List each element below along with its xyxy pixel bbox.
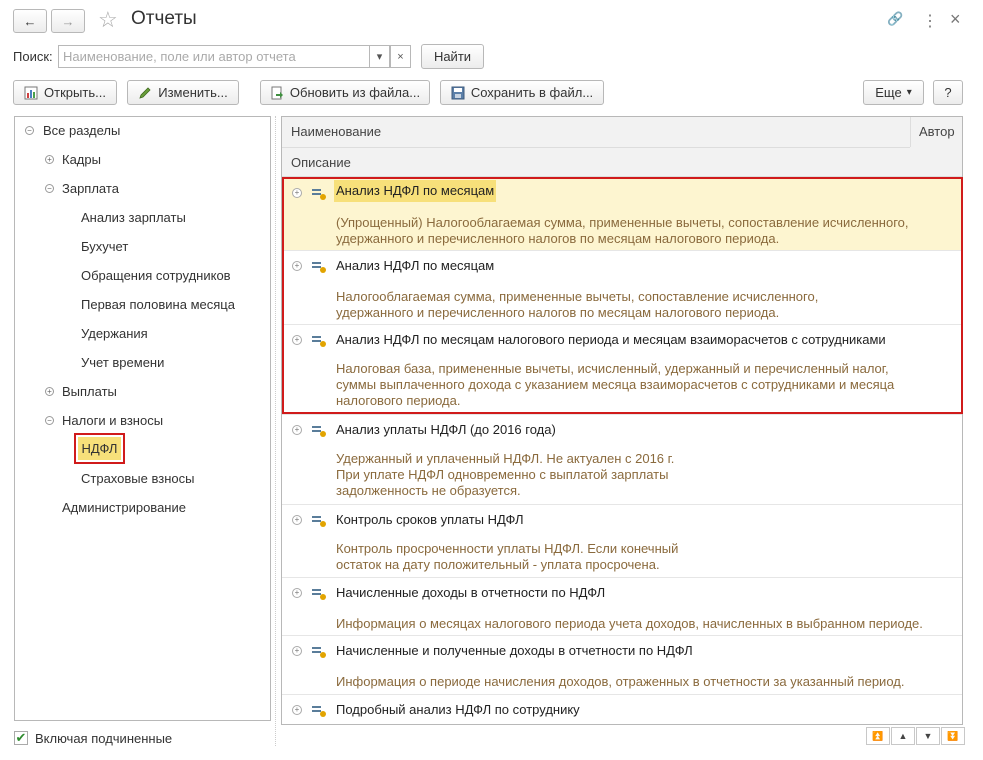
tree-item-zarplata-4[interactable]: Удержания (81, 326, 148, 341)
star-icon[interactable]: ☆ (98, 7, 118, 33)
expand-icon[interactable]: + (292, 646, 302, 656)
column-header-name[interactable]: Наименование (291, 124, 381, 139)
expand-icon[interactable]: + (292, 588, 302, 598)
open-button[interactable]: Открыть... (13, 80, 117, 105)
tree-item-zarplata-0[interactable]: Анализ зарплаты (81, 210, 186, 225)
search-dropdown-button[interactable]: ▾ (369, 45, 390, 68)
column-header-description: Описание (291, 155, 351, 170)
move-to-bottom-button[interactable]: ⏬ (941, 727, 965, 745)
list-item[interactable]: + Начисленные и полученные доходы в отче… (282, 636, 962, 695)
tree-item-zarplata-5[interactable]: Учет времени (81, 355, 164, 370)
report-description: Информация о месяцах налогового периода … (336, 616, 923, 631)
help-button[interactable]: ? (933, 80, 963, 105)
collapse-icon[interactable]: − (45, 184, 54, 193)
collapse-icon[interactable]: − (45, 416, 54, 425)
page-title: Отчеты (131, 8, 197, 29)
list-item[interactable]: + Анализ уплаты НДФЛ (до 2016 года) Удер… (282, 415, 962, 505)
tree-item-kadry[interactable]: Кадры (62, 152, 101, 167)
open-label: Открыть... (44, 85, 106, 100)
grid-header: Наименование Автор Описание (282, 117, 962, 177)
tree-item-nalogi[interactable]: Налоги и взносы (62, 413, 163, 428)
close-icon[interactable]: × (950, 9, 961, 30)
tree-item-zarplata[interactable]: Зарплата (62, 181, 119, 196)
clear-icon: × (397, 50, 404, 63)
search-input[interactable]: Наименование, поле или автор отчета (58, 45, 370, 68)
update-from-file-button[interactable]: Обновить из файла... (260, 80, 430, 105)
list-item[interactable]: + Начисленные доходы в отчетности по НДФ… (282, 578, 962, 636)
report-title: Анализ уплаты НДФЛ (до 2016 года) (336, 422, 556, 437)
report-icon (312, 588, 326, 600)
tree-item-ndfl[interactable]: НДФЛ (74, 433, 125, 464)
save-to-file-button[interactable]: Сохранить в файл... (440, 80, 604, 105)
list-item[interactable]: + Контроль сроков уплаты НДФЛ Контроль п… (282, 505, 962, 578)
report-description: Удержанный и уплаченный НДФЛ. Не актуале… (336, 451, 675, 498)
report-icon (312, 515, 326, 527)
collapse-icon[interactable]: − (25, 126, 34, 135)
check-icon: ✔ (15, 730, 27, 745)
arrow-right-icon: → (61, 13, 75, 29)
report-icon (312, 646, 326, 658)
include-subordinate-label: Включая подчиненные (35, 731, 173, 746)
save-label: Сохранить в файл... (470, 85, 594, 100)
more-menu-icon[interactable]: ⋮ (922, 11, 938, 31)
move-to-top-button[interactable]: ⏫ (866, 727, 890, 745)
expand-icon[interactable]: + (45, 155, 54, 164)
expand-icon[interactable]: + (292, 515, 302, 525)
report-title: Начисленные доходы в отчетности по НДФЛ (336, 585, 606, 600)
panel-splitter[interactable] (275, 116, 276, 746)
move-up-button[interactable]: ▲ (891, 727, 915, 745)
arrow-left-icon: ← (23, 13, 37, 29)
report-title: Подробный анализ НДФЛ по сотруднику (336, 702, 580, 717)
back-button[interactable]: ← (13, 9, 47, 33)
tree-item-zarplata-1[interactable]: Бухучет (81, 239, 128, 254)
search-clear-button[interactable]: × (390, 45, 411, 68)
load-file-icon (270, 86, 284, 100)
tree-item-vyplaty[interactable]: Выплаты (62, 384, 117, 399)
include-subordinate-checkbox[interactable]: ✔ (14, 731, 28, 745)
highlight-frame (282, 177, 963, 414)
report-icon (312, 705, 326, 717)
list-item[interactable]: + Подробный анализ НДФЛ по сотруднику (282, 695, 962, 724)
more-button[interactable]: Еще ▾ (863, 80, 924, 105)
expand-icon[interactable]: + (292, 425, 302, 435)
edit-button[interactable]: Изменить... (127, 80, 239, 105)
forward-button[interactable]: → (51, 9, 85, 33)
tree-item-strakh[interactable]: Страховые взносы (81, 471, 194, 486)
column-header-author[interactable]: Автор (910, 117, 962, 147)
save-icon (451, 86, 465, 100)
move-down-button[interactable]: ▼ (916, 727, 940, 745)
chevron-down-icon: ▾ (376, 51, 383, 63)
tree-item-ndfl-label: НДФЛ (78, 437, 121, 460)
more-label: Еще (875, 85, 902, 100)
tree-item-all-sections[interactable]: Все разделы (43, 123, 120, 138)
edit-label: Изменить... (158, 85, 228, 100)
chevron-down-icon: ▾ (906, 87, 912, 98)
report-description: Контроль просроченности уплаты НДФЛ. Есл… (336, 541, 679, 572)
report-description: Информация о периоде начисления доходов,… (336, 674, 905, 689)
expand-icon[interactable]: + (45, 387, 54, 396)
update-label: Обновить из файла... (289, 85, 421, 100)
pencil-icon (138, 86, 152, 100)
report-title: Начисленные и полученные доходы в отчетн… (336, 643, 693, 658)
tree-item-admin[interactable]: Администрирование (62, 500, 186, 515)
report-title: Контроль сроков уплаты НДФЛ (336, 512, 524, 527)
report-icon (312, 425, 326, 437)
tree-item-zarplata-3[interactable]: Первая половина месяца (81, 297, 235, 312)
search-label: Поиск: (13, 49, 53, 64)
expand-icon[interactable]: + (292, 705, 302, 715)
find-button[interactable]: Найти (421, 44, 484, 69)
link-icon[interactable]: 🔗 (887, 11, 903, 27)
report-icon (24, 86, 38, 100)
tree-item-zarplata-2[interactable]: Обращения сотрудников (81, 268, 231, 283)
